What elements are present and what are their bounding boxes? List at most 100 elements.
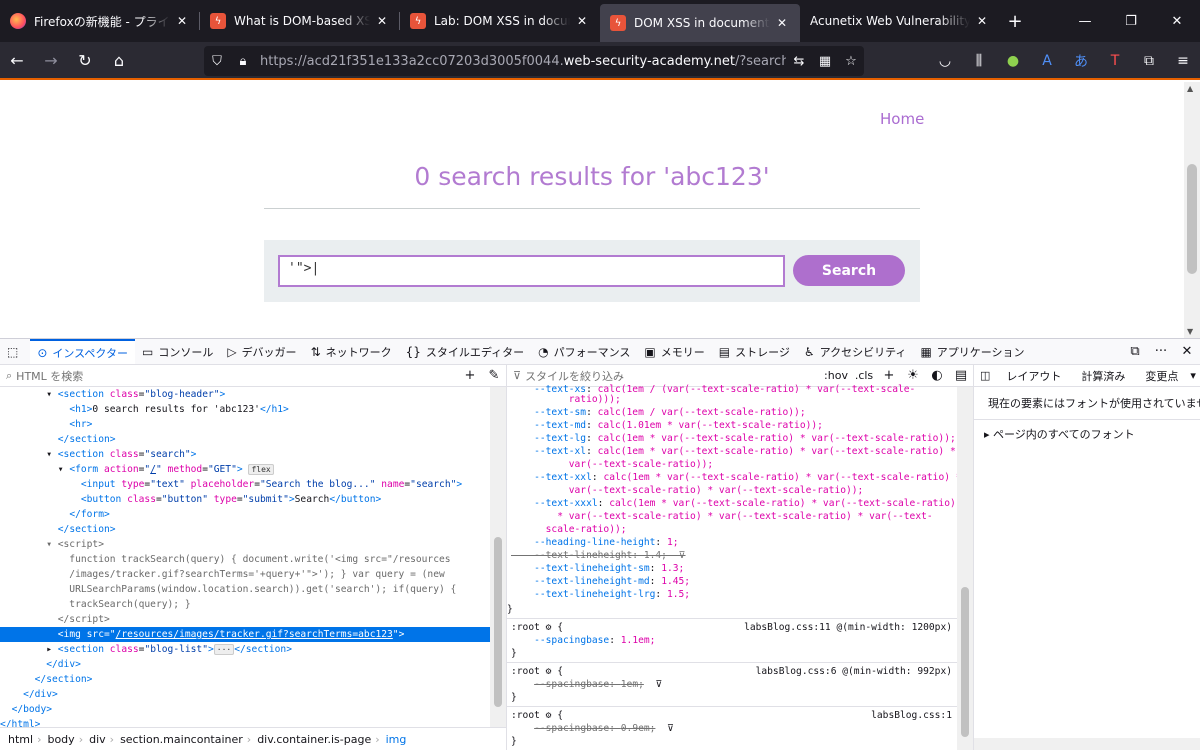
add-node-icon[interactable]: + bbox=[458, 368, 482, 383]
print-media-icon[interactable]: ▤ bbox=[949, 368, 973, 383]
tree-node[interactable]: ▾ <section class="search"> bbox=[0, 447, 491, 462]
tab-accessibility[interactable]: ♿︎ アクセシビリティ bbox=[797, 339, 914, 364]
browser-tab-1[interactable]: Firefoxの新機能 - プライバシー保 ✕ bbox=[0, 0, 200, 42]
dock-icon[interactable]: ⧉ bbox=[1122, 339, 1148, 364]
translate-icon[interactable]: ⇆ bbox=[786, 54, 812, 69]
shield-icon[interactable]: ⛉ bbox=[204, 54, 230, 69]
tab-network[interactable]: ⇅ ネットワーク bbox=[304, 339, 399, 364]
more-options-icon[interactable]: ··· bbox=[1148, 339, 1174, 364]
url-text[interactable]: https://acd21f351e133a2cc07203d3005f0044… bbox=[260, 54, 786, 69]
reload-button[interactable]: ↻ bbox=[68, 45, 102, 75]
library-icon[interactable]: ⫼ bbox=[962, 53, 996, 69]
menu-icon[interactable]: ≡ bbox=[1166, 53, 1200, 69]
breadcrumb-item[interactable]: div.container.is-page bbox=[257, 733, 371, 746]
tree-node[interactable]: ▾ <form action="/" method="GET"> flex bbox=[0, 462, 491, 477]
element-picker-button[interactable]: ⬚ bbox=[0, 339, 30, 364]
tree-node[interactable]: </section> bbox=[0, 672, 491, 687]
extensions-icon[interactable]: ⧉ bbox=[1132, 53, 1166, 69]
breadcrumb-item[interactable]: html bbox=[8, 733, 33, 746]
extension-translate2-icon[interactable]: あ bbox=[1064, 51, 1098, 71]
light-theme-icon[interactable]: ☀ bbox=[901, 368, 925, 383]
close-icon[interactable]: ✕ bbox=[974, 14, 990, 28]
tab-layout[interactable]: レイアウト bbox=[996, 368, 1071, 384]
window-restore-button[interactable]: ❐ bbox=[1108, 0, 1154, 42]
tree-node[interactable]: URLSearchParams(window.location.search))… bbox=[0, 582, 491, 597]
tab-inspector[interactable]: ⊙ インスペクター bbox=[30, 339, 135, 364]
tab-changes[interactable]: 変更点 bbox=[1135, 368, 1188, 384]
search-button[interactable]: Search bbox=[793, 255, 905, 286]
html-search-input[interactable]: HTML を検索 bbox=[16, 368, 458, 384]
layout-scrollbar[interactable] bbox=[974, 738, 1200, 750]
tab-application[interactable]: ▦ アプリケーション bbox=[913, 339, 1031, 364]
tab-storage[interactable]: ▤ ストレージ bbox=[712, 339, 797, 364]
tree-node[interactable]: </script> bbox=[0, 612, 491, 627]
close-icon[interactable]: ✕ bbox=[174, 14, 190, 28]
tree-node[interactable]: function trackSearch(query) { document.w… bbox=[0, 552, 491, 567]
tab-console[interactable]: ▭ コンソール bbox=[135, 339, 220, 364]
pocket-icon[interactable]: ◡ bbox=[928, 53, 962, 69]
tree-node[interactable]: <h1>0 search results for 'abc123'</h1> bbox=[0, 402, 491, 417]
tree-node[interactable]: </form> bbox=[0, 507, 491, 522]
tree-node[interactable]: ▾ <section class="blog-header"> bbox=[0, 387, 491, 402]
grid-icon[interactable]: ▦ bbox=[812, 54, 838, 69]
tree-node[interactable]: </div> bbox=[0, 657, 491, 672]
style-filter-input[interactable]: スタイルを絞り込み bbox=[525, 368, 821, 384]
tree-node[interactable]: <input type="text" placeholder="Search t… bbox=[0, 477, 491, 492]
css-rules[interactable]: --text-xs: calc(1em / (var(--text-scale-… bbox=[507, 384, 958, 750]
tree-node[interactable]: </body> bbox=[0, 702, 491, 717]
browser-tab-2[interactable]: ϟ What is DOM-based XSS (cross-site ✕ bbox=[200, 0, 400, 42]
close-devtools-icon[interactable]: ✕ bbox=[1174, 339, 1200, 364]
breadcrumb-item[interactable]: img bbox=[386, 733, 407, 746]
dark-theme-icon[interactable]: ◐ bbox=[925, 368, 949, 383]
tab-debugger[interactable]: ▷ デバッガー bbox=[220, 339, 303, 364]
window-close-button[interactable]: ✕ bbox=[1154, 0, 1200, 42]
tree-node-selected[interactable]: <img src="/resources/images/tracker.gif?… bbox=[0, 627, 491, 642]
home-button[interactable]: ⌂ bbox=[102, 45, 136, 75]
css-rule[interactable]: :root ⚙ {labsBlog.css:6 @(min-width: 992… bbox=[507, 663, 958, 707]
eyedropper-icon[interactable]: ✎ bbox=[482, 368, 506, 383]
tree-node[interactable]: </section> bbox=[0, 432, 491, 447]
tab-style-editor[interactable]: {} スタイルエディター bbox=[399, 339, 532, 364]
browser-tab-5[interactable]: Acunetix Web Vulnerability Scanne ✕ bbox=[800, 0, 1000, 42]
breadcrumb-item[interactable]: body bbox=[47, 733, 74, 746]
tree-node[interactable]: </section> bbox=[0, 522, 491, 537]
rules-scrollbar[interactable] bbox=[957, 387, 973, 750]
tree-node[interactable]: trackSearch(query); } bbox=[0, 597, 491, 612]
tree-node[interactable]: <button class="button" type="submit">Sea… bbox=[0, 492, 491, 507]
add-rule-icon[interactable]: + bbox=[877, 368, 901, 383]
css-rule[interactable]: :root ⚙ {labsBlog.css:11 @(min-width: 12… bbox=[507, 619, 958, 663]
sidebar-toggle-icon[interactable]: ◫ bbox=[974, 369, 996, 382]
back-button[interactable]: ← bbox=[0, 45, 34, 75]
close-icon[interactable]: ✕ bbox=[374, 14, 390, 28]
tree-node[interactable]: <hr> bbox=[0, 417, 491, 432]
html-tree[interactable]: ▾ <section class="blog-header"> <h1>0 se… bbox=[0, 387, 491, 730]
css-rule[interactable]: :root ⚙ {labsBlog.css:1 --spacingbase: 0… bbox=[507, 707, 958, 750]
tree-node[interactable]: ▾ <script> bbox=[0, 537, 491, 552]
markup-scrollbar[interactable] bbox=[490, 387, 506, 727]
window-minimize-button[interactable]: — bbox=[1062, 0, 1108, 42]
page-scrollbar[interactable]: ▲ ▼ bbox=[1184, 82, 1200, 338]
tab-memory[interactable]: ▣ メモリー bbox=[637, 339, 711, 364]
browser-tab-4-active[interactable]: ϟ DOM XSS in document.write sink us ✕ bbox=[600, 4, 800, 42]
extension-translate-icon[interactable]: A bbox=[1030, 53, 1064, 69]
new-tab-button[interactable]: + bbox=[1000, 0, 1030, 42]
forward-button[interactable]: → bbox=[34, 45, 68, 75]
breadcrumb-item[interactable]: div bbox=[89, 733, 106, 746]
cls-toggle[interactable]: .cls bbox=[851, 369, 877, 382]
lock-icon[interactable]: 🔒︎ bbox=[230, 54, 256, 69]
url-bar[interactable]: ⛉ 🔒︎ https://acd21f351e133a2cc07203d3005… bbox=[204, 46, 864, 76]
home-link[interactable]: Home bbox=[880, 110, 924, 128]
close-icon[interactable]: ✕ bbox=[774, 16, 790, 30]
hov-toggle[interactable]: :hov bbox=[821, 369, 851, 382]
close-icon[interactable]: ✕ bbox=[574, 14, 590, 28]
tree-node[interactable]: ▸ <section class="blog-list"> ··· </sectio… bbox=[0, 642, 491, 657]
tree-node[interactable]: </div> bbox=[0, 687, 491, 702]
tree-node[interactable]: /images/tracker.gif?searchTerms='+query+… bbox=[0, 567, 491, 582]
bookmark-star-icon[interactable]: ☆ bbox=[838, 54, 864, 69]
all-fonts-toggle[interactable]: ▸ ページ内のすべてのフォント bbox=[974, 420, 1200, 448]
tab-computed[interactable]: 計算済み bbox=[1071, 368, 1135, 384]
extension-t-icon[interactable]: T bbox=[1098, 53, 1132, 69]
search-input[interactable]: '">| bbox=[278, 255, 785, 287]
extension-local-icon[interactable]: ● bbox=[996, 53, 1030, 69]
browser-tab-3[interactable]: ϟ Lab: DOM XSS in document.write sin ✕ bbox=[400, 0, 600, 42]
